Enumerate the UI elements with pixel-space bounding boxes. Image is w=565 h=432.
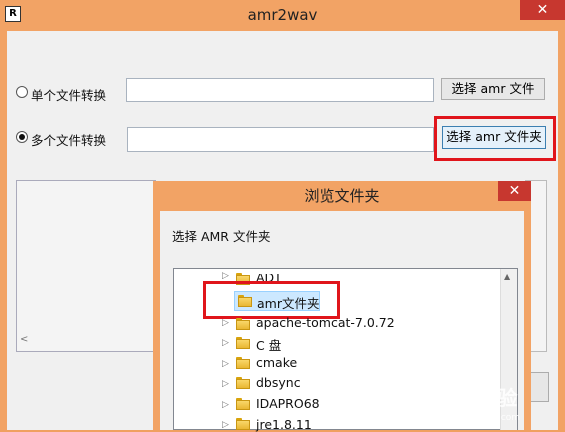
- expand-arrow-icon[interactable]: ▷: [222, 379, 229, 389]
- folder-icon: [236, 337, 250, 349]
- folder-icon: [236, 418, 250, 430]
- select-amr-folder-button[interactable]: 选择 amr 文件夹: [442, 126, 546, 149]
- single-file-input[interactable]: [126, 78, 434, 102]
- dialog-title: 浏览文件夹: [304, 187, 380, 205]
- tree-item-label[interactable]: dbsync: [256, 375, 301, 390]
- highlight-annotation: [203, 281, 340, 319]
- tree-item-label[interactable]: apache-tomcat-7.0.72: [256, 315, 395, 330]
- multi-file-radio[interactable]: [16, 131, 28, 143]
- expand-arrow-icon[interactable]: ▷: [222, 271, 229, 281]
- single-file-label: 单个文件转换: [31, 88, 107, 103]
- folder-icon: [236, 318, 250, 330]
- file-list-panel[interactable]: [16, 180, 156, 352]
- folder-icon: [236, 377, 250, 389]
- watermark: Bai 经验 jingyan.baidu.com: [435, 382, 565, 430]
- single-file-radio[interactable]: [16, 86, 28, 98]
- scroll-left-icon[interactable]: <: [20, 334, 28, 345]
- folder-icon: [236, 398, 250, 410]
- scroll-up-icon[interactable]: ▲: [504, 272, 510, 281]
- dialog-prompt: 选择 AMR 文件夹: [172, 229, 271, 244]
- watermark-logo: Bai 经验: [435, 386, 518, 410]
- multi-file-label: 多个文件转换: [31, 133, 107, 148]
- expand-arrow-icon[interactable]: ▷: [222, 318, 229, 328]
- watermark-url: jingyan.baidu.com: [437, 413, 521, 423]
- window-title: amr2wav: [247, 6, 318, 24]
- dialog-close-icon[interactable]: ✕: [498, 181, 531, 201]
- expand-arrow-icon[interactable]: ▷: [222, 400, 229, 410]
- folder-icon: [236, 357, 250, 369]
- tree-item-label[interactable]: cmake: [256, 355, 297, 370]
- multi-file-input[interactable]: [127, 127, 434, 152]
- expand-arrow-icon[interactable]: ▷: [222, 420, 229, 430]
- expand-arrow-icon[interactable]: ▷: [222, 338, 229, 348]
- expand-arrow-icon[interactable]: ▷: [222, 359, 229, 369]
- tree-item-label[interactable]: IDAPRO68: [256, 396, 320, 411]
- tree-item-label[interactable]: C 盘: [256, 335, 281, 354]
- close-icon[interactable]: ✕: [520, 0, 565, 20]
- select-amr-file-button[interactable]: 选择 amr 文件: [441, 78, 545, 100]
